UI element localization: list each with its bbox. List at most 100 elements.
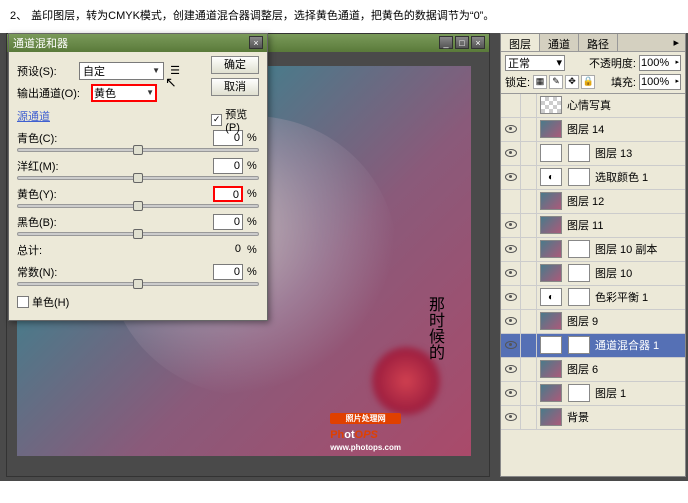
layer-row[interactable]: 图层 13 (501, 142, 685, 166)
layer-mask-thumbnail[interactable] (568, 144, 590, 162)
layer-mask-thumbnail[interactable] (568, 336, 590, 354)
blend-mode-select[interactable]: 正常▾ (505, 55, 565, 71)
magenta-input[interactable]: 0 (213, 158, 243, 174)
layer-thumbnail[interactable] (540, 216, 562, 234)
layer-name[interactable]: 图层 12 (565, 193, 685, 209)
layer-row[interactable]: 图层 10 (501, 262, 685, 286)
visibility-toggle[interactable] (501, 406, 521, 429)
yellow-label: 黄色(Y): (17, 186, 67, 202)
layer-thumbnail[interactable]: ◐ (540, 336, 562, 354)
layer-row[interactable]: 心情写真 (501, 94, 685, 118)
opacity-input[interactable]: 100%▸ (639, 55, 681, 71)
layer-thumbnail[interactable] (540, 312, 562, 330)
maximize-button[interactable]: □ (455, 36, 469, 49)
layer-name[interactable]: 图层 11 (565, 217, 685, 233)
black-input[interactable]: 0 (213, 214, 243, 230)
visibility-toggle[interactable] (501, 142, 521, 165)
preview-checkbox[interactable]: ✓ (211, 114, 222, 126)
layer-row[interactable]: 背景 (501, 406, 685, 430)
visibility-toggle[interactable] (501, 166, 521, 189)
tab-layers[interactable]: 图层 (501, 34, 540, 51)
layer-name[interactable]: 选取颜色 1 (593, 169, 685, 185)
yellow-input[interactable]: 0 (213, 186, 243, 202)
layer-row[interactable]: 图层 12 (501, 190, 685, 214)
visibility-toggle[interactable] (501, 190, 521, 213)
layer-thumbnail[interactable] (540, 240, 562, 258)
magenta-slider[interactable] (17, 176, 259, 180)
lock-transparency-icon[interactable]: ▦ (533, 75, 547, 89)
tab-paths[interactable]: 路径 (579, 34, 618, 51)
cyan-slider[interactable] (17, 148, 259, 152)
dialog-close-button[interactable]: × (249, 36, 263, 49)
yellow-slider[interactable] (17, 204, 259, 208)
preset-menu-icon[interactable]: ☰ (168, 64, 182, 77)
visibility-toggle[interactable] (501, 238, 521, 261)
visibility-toggle[interactable] (501, 262, 521, 285)
lock-label: 锁定: (505, 74, 530, 90)
layer-thumbnail[interactable]: ◐ (540, 168, 562, 186)
layer-thumbnail[interactable] (540, 144, 562, 162)
visibility-toggle[interactable] (501, 118, 521, 141)
panel-menu-icon[interactable]: ▸ (667, 34, 685, 51)
layer-name[interactable]: 背景 (565, 409, 685, 425)
visibility-toggle[interactable] (501, 334, 521, 357)
layer-row[interactable]: ◐ 通道混合器 1 (501, 334, 685, 358)
layer-name[interactable]: 图层 10 副本 (593, 241, 685, 257)
preset-select[interactable]: 自定▼ (79, 62, 164, 80)
layer-thumbnail[interactable] (540, 360, 562, 378)
layer-thumbnail[interactable] (540, 408, 562, 426)
layer-mask-thumbnail[interactable] (568, 384, 590, 402)
visibility-toggle[interactable] (501, 286, 521, 309)
close-button[interactable]: × (471, 36, 485, 49)
visibility-toggle[interactable] (501, 214, 521, 237)
dialog-titlebar[interactable]: 通道混和器 × (9, 34, 267, 52)
layer-row[interactable]: 图层 14 (501, 118, 685, 142)
layer-thumbnail[interactable] (540, 192, 562, 210)
black-slider[interactable] (17, 232, 259, 236)
layer-row[interactable]: 图层 11 (501, 214, 685, 238)
layer-name[interactable]: 图层 9 (565, 313, 685, 329)
cancel-button[interactable]: 取消 (211, 78, 259, 96)
ok-button[interactable]: 确定 (211, 56, 259, 74)
lock-position-icon[interactable]: ✥ (565, 75, 579, 89)
constant-input[interactable]: 0 (213, 264, 243, 280)
layer-name[interactable]: 心情写真 (565, 97, 685, 113)
layer-name[interactable]: 图层 1 (593, 385, 685, 401)
visibility-toggle[interactable] (501, 310, 521, 333)
layer-name[interactable]: 图层 13 (593, 145, 685, 161)
layer-mask-thumbnail[interactable] (568, 264, 590, 282)
layer-name[interactable]: 色彩平衡 1 (593, 289, 685, 305)
layer-name[interactable]: 图层 6 (565, 361, 685, 377)
layer-thumbnail[interactable] (540, 384, 562, 402)
link-column (521, 118, 537, 141)
layer-name[interactable]: 图层 10 (593, 265, 685, 281)
tab-channels[interactable]: 通道 (540, 34, 579, 51)
layer-row[interactable]: ◐ 选取颜色 1 (501, 166, 685, 190)
lock-paint-icon[interactable]: ✎ (549, 75, 563, 89)
layer-name[interactable]: 通道混合器 1 (593, 337, 685, 353)
output-channel-select[interactable]: 黄色▼ (91, 84, 157, 102)
layer-thumbnail[interactable] (540, 120, 562, 138)
layer-row[interactable]: ◐ 色彩平衡 1 (501, 286, 685, 310)
layer-row[interactable]: 图层 9 (501, 310, 685, 334)
layer-row[interactable]: 图层 6 (501, 358, 685, 382)
visibility-toggle[interactable] (501, 94, 521, 117)
link-column (521, 334, 537, 357)
fill-input[interactable]: 100%▸ (639, 74, 681, 90)
layer-list[interactable]: 心情写真图层 14图层 13◐选取颜色 1图层 12图层 11图层 10 副本图… (501, 94, 685, 472)
layer-mask-thumbnail[interactable] (568, 288, 590, 306)
constant-slider[interactable] (17, 282, 259, 286)
monochrome-checkbox[interactable] (17, 296, 29, 308)
layer-row[interactable]: 图层 1 (501, 382, 685, 406)
visibility-toggle[interactable] (501, 358, 521, 381)
layer-thumbnail[interactable] (540, 96, 562, 114)
lock-all-icon[interactable]: 🔒 (581, 75, 595, 89)
layer-mask-thumbnail[interactable] (568, 168, 590, 186)
layer-name[interactable]: 图层 14 (565, 121, 685, 137)
layer-row[interactable]: 图层 10 副本 (501, 238, 685, 262)
layer-thumbnail[interactable] (540, 264, 562, 282)
minimize-button[interactable]: _ (439, 36, 453, 49)
visibility-toggle[interactable] (501, 382, 521, 405)
layer-mask-thumbnail[interactable] (568, 240, 590, 258)
layer-thumbnail[interactable]: ◐ (540, 288, 562, 306)
